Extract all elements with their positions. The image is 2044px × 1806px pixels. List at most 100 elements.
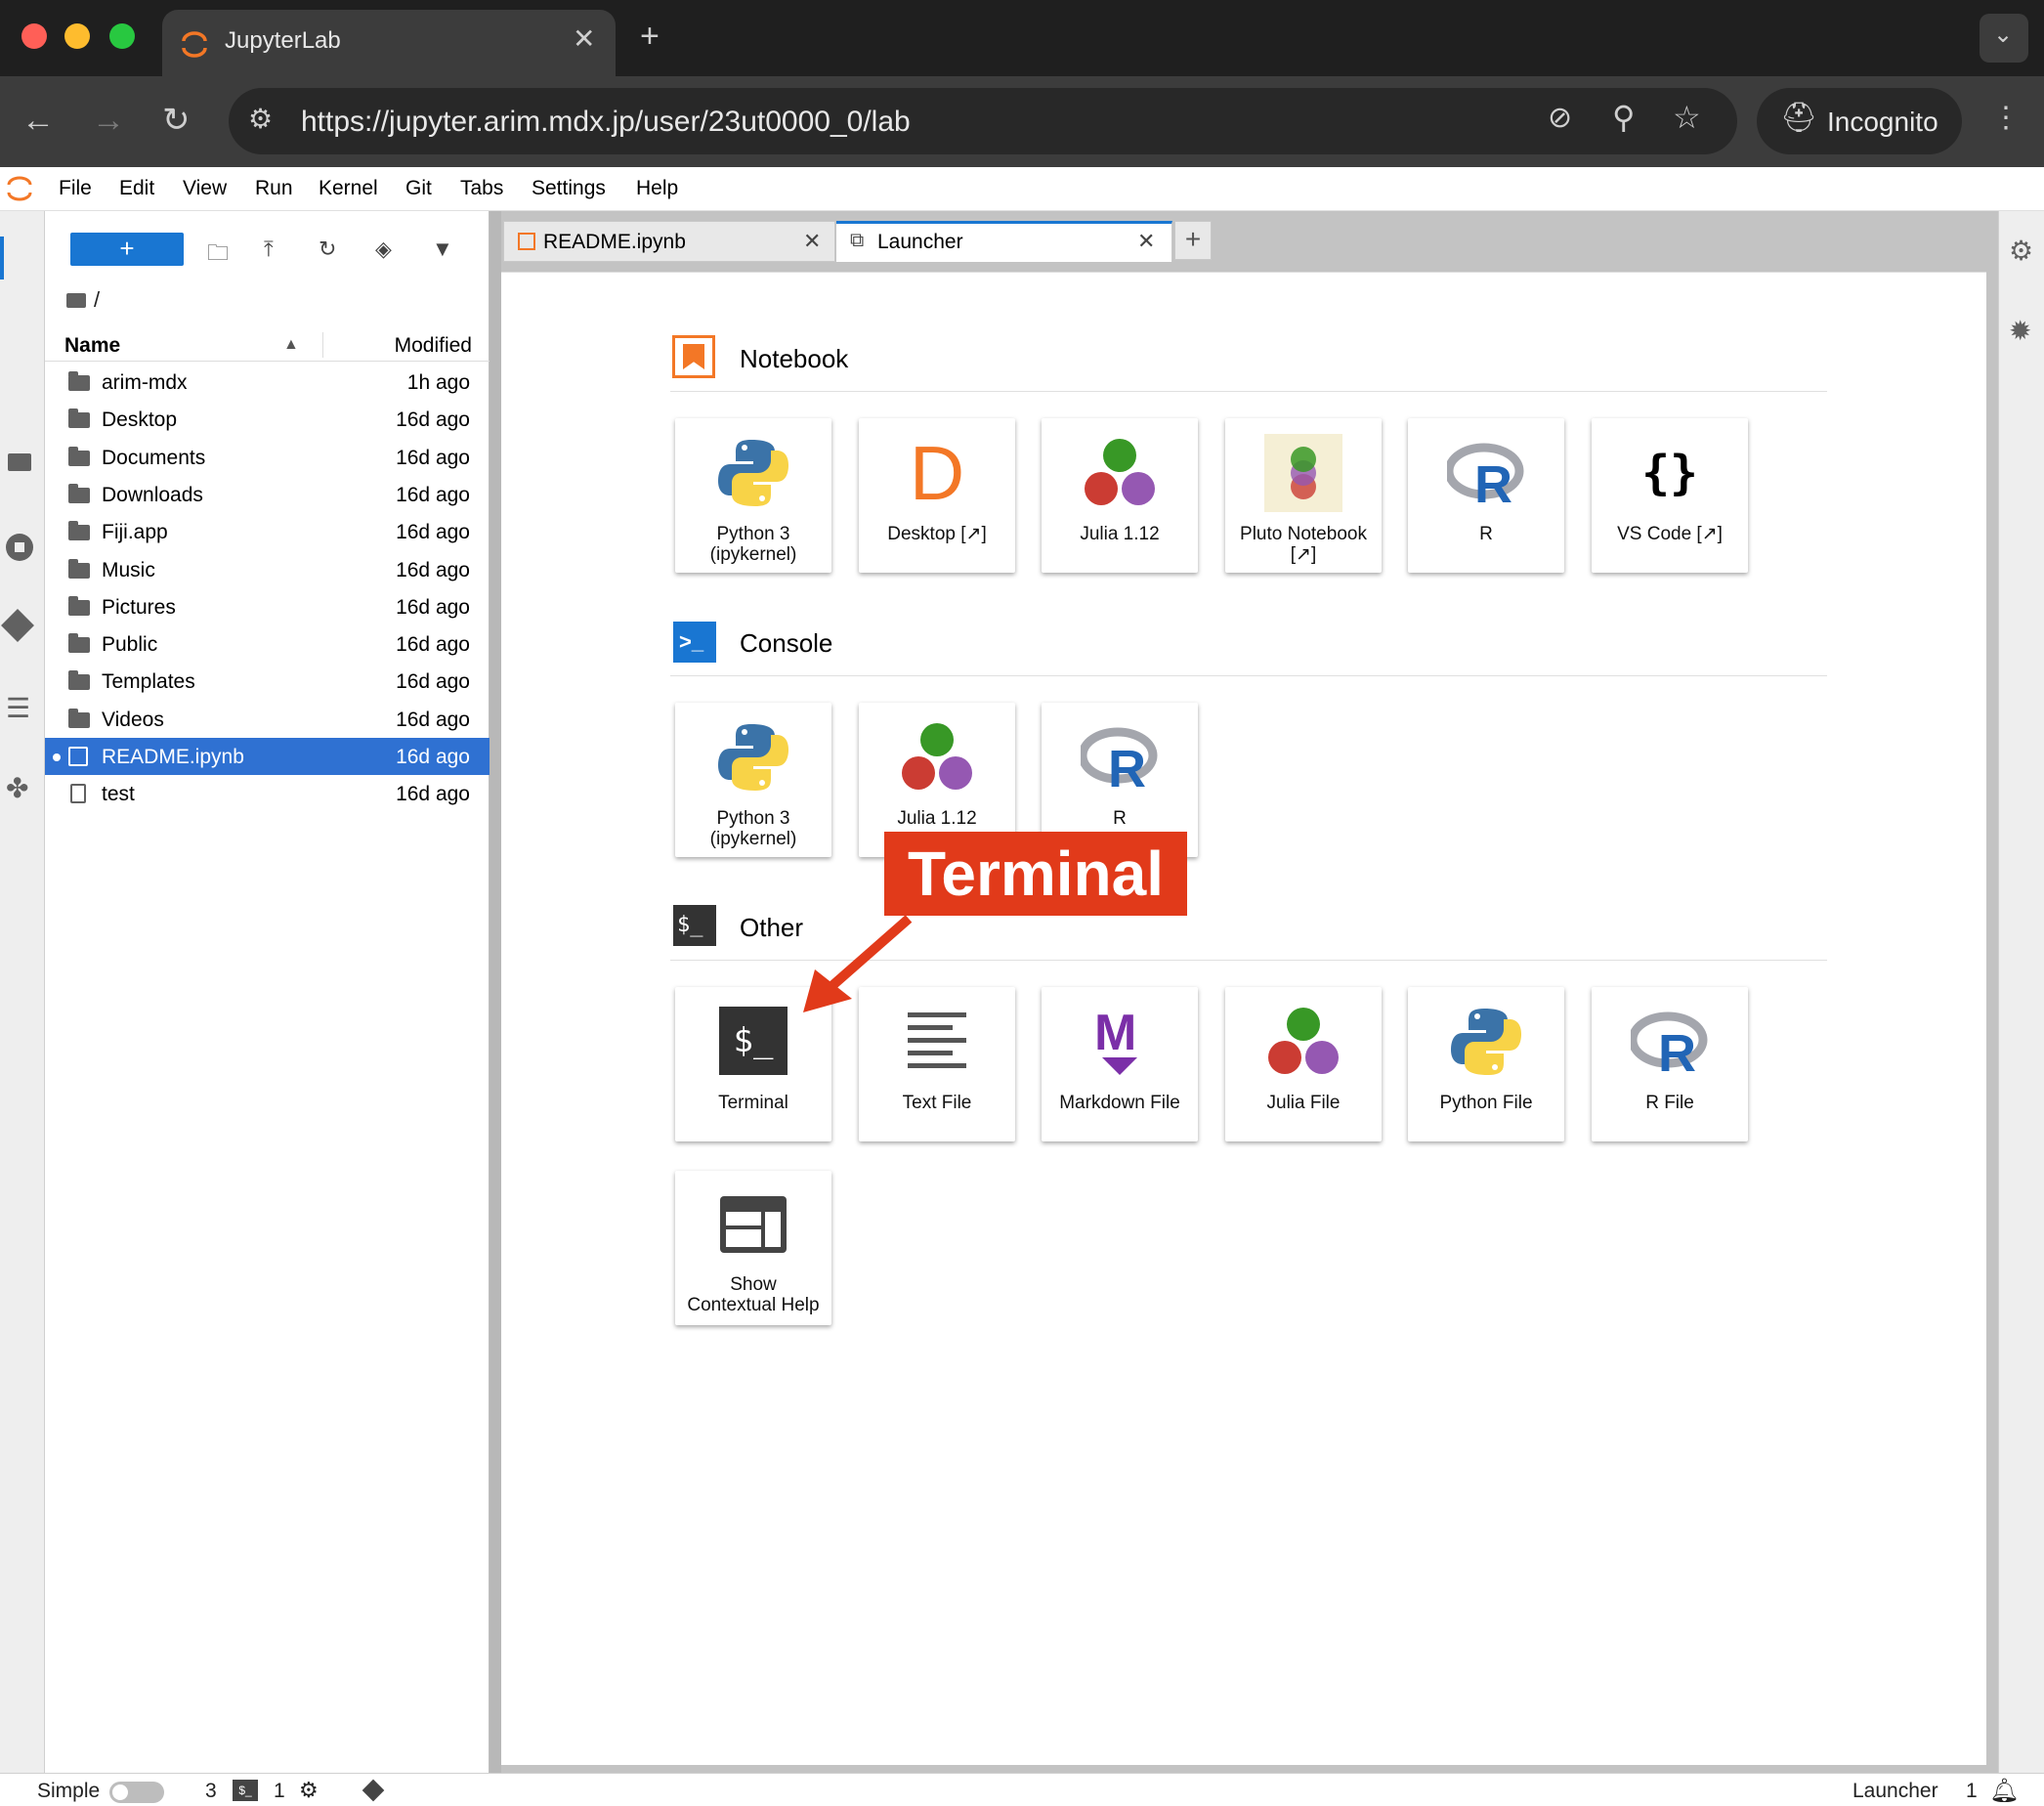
python-icon [718, 440, 788, 506]
file-row[interactable]: arim-mdx 1h ago [45, 364, 490, 401]
file-row[interactable]: Fiji.app 16d ago [45, 513, 490, 550]
menu-settings[interactable]: Settings [532, 177, 606, 200]
launcher-card-pluto[interactable]: Pluto Notebook [↗] [1225, 418, 1382, 573]
new-folder-icon[interactable]: 🗀 [207, 236, 229, 274]
modified-column-header[interactable]: Modified [395, 334, 472, 358]
kernel-count[interactable]: 1 [274, 1780, 285, 1803]
simple-mode-toggle[interactable] [109, 1782, 164, 1803]
tab-launcher-label: Launcher [877, 231, 963, 253]
upload-icon[interactable]: ⤒ [264, 236, 274, 262]
menu-view[interactable]: View [183, 177, 227, 200]
folder-icon [68, 408, 90, 428]
tab-launcher[interactable]: ⧉ Launcher ✕ [836, 221, 1172, 262]
bookmark-star-icon[interactable]: ☆ [1673, 102, 1701, 133]
card-label: Terminal [718, 1093, 788, 1113]
site-settings-icon[interactable]: ⚙ [248, 106, 273, 133]
back-icon[interactable]: ← [21, 104, 55, 137]
file-row[interactable]: Documents 16d ago [45, 439, 490, 476]
menu-edit[interactable]: Edit [119, 177, 154, 200]
close-tab-icon[interactable]: ✕ [573, 25, 595, 53]
menu-file[interactable]: File [59, 177, 92, 200]
file-row[interactable]: Videos 16d ago [45, 701, 490, 738]
incognito-badge[interactable]: ⛑ Incognito [1757, 88, 1962, 154]
new-launcher-button[interactable]: + [70, 233, 184, 266]
git-clone-icon[interactable]: ◈ [375, 236, 392, 262]
launcher-card-r-file[interactable]: R R File [1592, 987, 1748, 1141]
url-text[interactable]: https://jupyter.arim.mdx.jp/user/23ut000… [301, 106, 911, 139]
git-icon[interactable] [1, 609, 34, 642]
julia-icon [902, 723, 972, 790]
launcher-card-python-file[interactable]: Python File [1408, 987, 1564, 1141]
launcher-card-desktop[interactable]: D Desktop [↗] [859, 418, 1015, 573]
card-label: Julia 1.12 [897, 808, 977, 829]
breadcrumb[interactable]: / [66, 287, 100, 313]
console-section-title: Console [740, 628, 833, 658]
table-of-contents-icon[interactable]: ☰ [6, 692, 30, 724]
filter-icon[interactable]: ▼ [432, 236, 453, 262]
maximize-window-button[interactable] [109, 23, 135, 49]
jupyter-menu-logo-icon [7, 176, 32, 201]
file-row[interactable]: Desktop 16d ago [45, 401, 490, 438]
tab-search-button[interactable]: ⌄ [1980, 14, 2028, 63]
file-row[interactable]: Templates 16d ago [45, 663, 490, 700]
launcher-card-r-notebook[interactable]: R R [1408, 418, 1564, 573]
zoom-icon[interactable]: ⚲ [1612, 102, 1635, 133]
breadcrumb-root[interactable]: / [94, 287, 100, 312]
launcher-card-vscode[interactable]: {} VS Code [↗] [1592, 418, 1748, 573]
refresh-icon[interactable]: ↻ [319, 236, 336, 262]
svg-text:M: M [1094, 1005, 1136, 1061]
extensions-icon[interactable]: ✤ [6, 772, 28, 804]
panel-splitter[interactable] [490, 211, 501, 1773]
kernel-status-icon[interactable]: ⚙ [299, 1778, 319, 1803]
cast-off-icon[interactable]: ⊘ [1548, 104, 1572, 133]
menu-run[interactable]: Run [255, 177, 293, 200]
desktop-icon: D [909, 430, 965, 516]
launcher-card-contextual-help[interactable]: Show Contextual Help [675, 1171, 831, 1325]
file-row[interactable]: Music 16d ago [45, 551, 490, 588]
menu-git[interactable]: Git [405, 177, 432, 200]
browser-tab[interactable]: JupyterLab ✕ [162, 10, 616, 76]
launcher-card-python-notebook[interactable]: Python 3 (ipykernel) [675, 418, 831, 573]
menu-kernel[interactable]: Kernel [319, 177, 378, 200]
git-status-icon[interactable] [362, 1779, 385, 1802]
notification-bell-icon[interactable]: 🔔︎ [1989, 1777, 2019, 1805]
file-browser-icon[interactable] [8, 453, 31, 471]
property-inspector-icon[interactable]: ⚙ [2009, 235, 2033, 267]
menu-help[interactable]: Help [636, 177, 678, 200]
launcher-card-julia-notebook[interactable]: Julia 1.12 [1042, 418, 1198, 573]
close-tab-readme-icon[interactable]: ✕ [803, 229, 821, 254]
launcher-card-markdown-file[interactable]: M Markdown File [1042, 987, 1198, 1141]
file-row[interactable]: Pictures 16d ago [45, 588, 490, 625]
file-row[interactable]: Downloads 16d ago [45, 476, 490, 513]
forward-icon[interactable]: → [92, 104, 125, 137]
new-tab-icon[interactable]: + [640, 20, 660, 53]
file-row-selected[interactable]: README.ipynb 16d ago [45, 738, 490, 775]
minimize-window-button[interactable] [64, 23, 90, 49]
launcher-card-python-console[interactable]: Python 3 (ipykernel) [675, 703, 831, 857]
card-label: Text File [902, 1093, 972, 1113]
running-kernels-icon[interactable] [6, 534, 33, 561]
tab-readme[interactable]: README.ipynb ✕ [503, 221, 835, 262]
simple-mode-label: Simple [37, 1780, 101, 1802]
right-sidebar: ⚙ ✹ [1998, 211, 2044, 1773]
name-column-header[interactable]: Name [64, 334, 120, 358]
menu-tabs[interactable]: Tabs [460, 177, 503, 200]
terminal-status-icon[interactable]: $_ [233, 1780, 258, 1801]
debugger-icon[interactable]: ✹ [2009, 315, 2031, 347]
file-row[interactable]: test 16d ago [45, 775, 490, 812]
status-bar: Simple 3 $_ 1 ⚙ Launcher 1 🔔︎ [0, 1773, 2044, 1806]
address-bar[interactable]: ⚙ https://jupyter.arim.mdx.jp/user/23ut0… [229, 88, 1737, 154]
folder-icon [68, 670, 90, 690]
close-window-button[interactable] [21, 23, 47, 49]
terminal-count[interactable]: 3 [205, 1780, 217, 1803]
more-menu-icon[interactable]: ⋮ [1991, 104, 2021, 133]
launcher-card-julia-file[interactable]: Julia File [1225, 987, 1382, 1141]
reload-icon[interactable]: ↻ [162, 104, 191, 137]
current-activity-label: Launcher [1852, 1780, 1938, 1802]
file-row[interactable]: Public 16d ago [45, 625, 490, 663]
notification-count[interactable]: 1 [1966, 1780, 1978, 1803]
close-tab-launcher-icon[interactable]: ✕ [1137, 229, 1155, 254]
add-tab-button[interactable]: + [1174, 221, 1212, 260]
r-icon: R [1631, 1011, 1708, 1081]
card-label: R [1479, 524, 1493, 544]
